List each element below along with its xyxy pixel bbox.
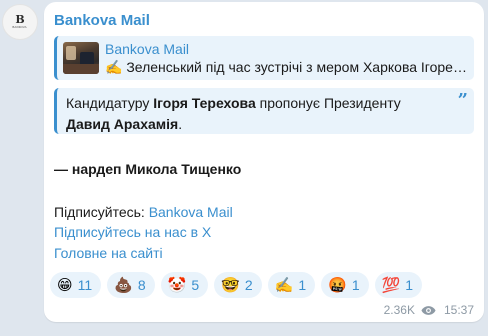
reactions-bar: 😁 11 💩 8 🤡 5 🤓 2 ✍️ 1 🤬 1 💯 1 <box>50 272 423 300</box>
reaction-count: 11 <box>77 277 93 293</box>
reaction-pill[interactable]: 💩 8 <box>107 272 155 298</box>
avatar-wordmark: BANKOVA <box>12 25 28 29</box>
quote-part: . <box>178 116 183 132</box>
channel-avatar[interactable]: B BANKOVA <box>2 4 38 40</box>
reaction-pill[interactable]: 😁 11 <box>50 272 102 298</box>
reply-preview[interactable]: Bankova Mail ✍️ Зеленський під час зустр… <box>54 36 474 80</box>
writing-hand-emoji: ✍️ <box>274 276 294 294</box>
cursing-face-emoji: 🤬 <box>328 276 347 294</box>
hundred-points-emoji: 💯 <box>381 276 401 294</box>
eye-icon <box>421 305 436 315</box>
view-count: 2.36K <box>383 303 415 317</box>
reply-text: ✍️ Зеленський під час зустрічі з мером Х… <box>105 59 467 75</box>
quote-mark-icon: ” <box>457 90 468 111</box>
poop-emoji: 💩 <box>114 276 133 294</box>
message-time: 15:37 <box>443 303 474 317</box>
reaction-pill[interactable]: 🤓 2 <box>214 272 262 298</box>
quote-bold-name: Давид Арахамія <box>66 116 179 132</box>
quote-part: пропонує Президенту <box>255 95 401 111</box>
subscribe-line: Підписуйтесь: Bankova Mail <box>54 203 233 221</box>
reaction-count: 5 <box>191 277 200 293</box>
quote-text: Кандидатуру Ігоря Терехова пропонує През… <box>66 93 456 135</box>
subscribe-prefix: Підписуйтесь: <box>54 204 149 220</box>
grin-emoji: 😁 <box>57 276 73 294</box>
quote-bold-name: Ігоря Терехова <box>153 95 256 111</box>
blockquote: Кандидатуру Ігоря Терехова пропонує През… <box>54 88 474 134</box>
sender-name[interactable]: Bankova Mail <box>54 12 150 30</box>
reaction-count: 1 <box>405 277 414 293</box>
message-meta: 2.36K 15:37 <box>384 302 474 318</box>
quote-part: Кандидатуру <box>66 95 154 111</box>
message-bubble: Bankova Mail Bankova Mail ✍️ Зеленський … <box>44 2 484 322</box>
reaction-count: 2 <box>244 277 253 293</box>
reaction-count: 8 <box>137 277 146 293</box>
avatar-glyph: B <box>15 13 25 26</box>
nerd-emoji: 🤓 <box>221 276 240 294</box>
reaction-pill[interactable]: ✍️ 1 <box>267 272 316 298</box>
reaction-pill[interactable]: 🤡 5 <box>160 272 209 298</box>
subscribe-link[interactable]: Bankova Mail <box>149 204 233 220</box>
reaction-count: 1 <box>298 277 307 293</box>
reply-thumbnail <box>63 42 99 74</box>
clown-emoji: 🤡 <box>167 276 187 294</box>
x-link[interactable]: Підписуйтесь на нас в Х <box>54 223 211 241</box>
reaction-count: 1 <box>351 277 360 293</box>
reaction-pill[interactable]: 🤬 1 <box>321 272 369 298</box>
reaction-pill[interactable]: 💯 1 <box>374 272 423 298</box>
author-line: — нардеп Микола Тищенко <box>54 161 242 177</box>
site-link[interactable]: Головне на сайті <box>54 244 163 262</box>
reply-title: Bankova Mail <box>105 41 190 57</box>
